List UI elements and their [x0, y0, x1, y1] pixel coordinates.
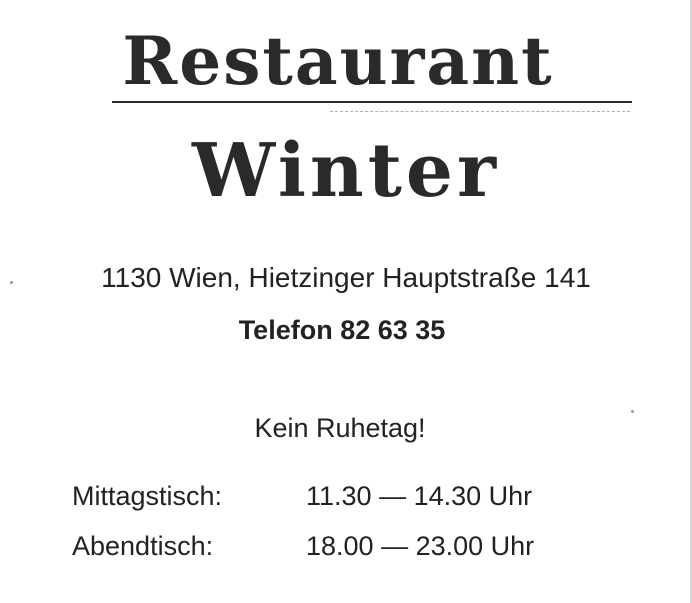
- phone-number: Telefon 82 63 35: [238, 315, 446, 345]
- rest-day-note: Kein Ruhetag!: [254, 413, 426, 443]
- speck: [10, 281, 13, 284]
- hours-label: Mittagstisch:: [72, 481, 223, 511]
- hours-row-lunch: Mittagstisch: 11.30 — 14.30 Uhr: [72, 481, 532, 512]
- hours-time: 18.00 — 23.00 Uhr: [306, 531, 535, 561]
- restaurant-name: Winter: [192, 128, 500, 214]
- faint-divider: [330, 111, 630, 113]
- speck: [631, 410, 634, 413]
- hours-label: Abendtisch:: [72, 531, 214, 561]
- restaurant-title: Restaurant: [122, 22, 554, 100]
- business-card: Restaurant Winter 1130 Wien, Hietzinger …: [0, 0, 692, 603]
- hours-time: 11.30 — 14.30 Uhr: [306, 481, 533, 511]
- address: 1130 Wien, Hietzinger Hauptstraße 141: [101, 262, 591, 293]
- hours-row-dinner: Abendtisch: 18.00 — 23.00 Uhr: [72, 531, 534, 562]
- title-divider: [112, 101, 632, 103]
